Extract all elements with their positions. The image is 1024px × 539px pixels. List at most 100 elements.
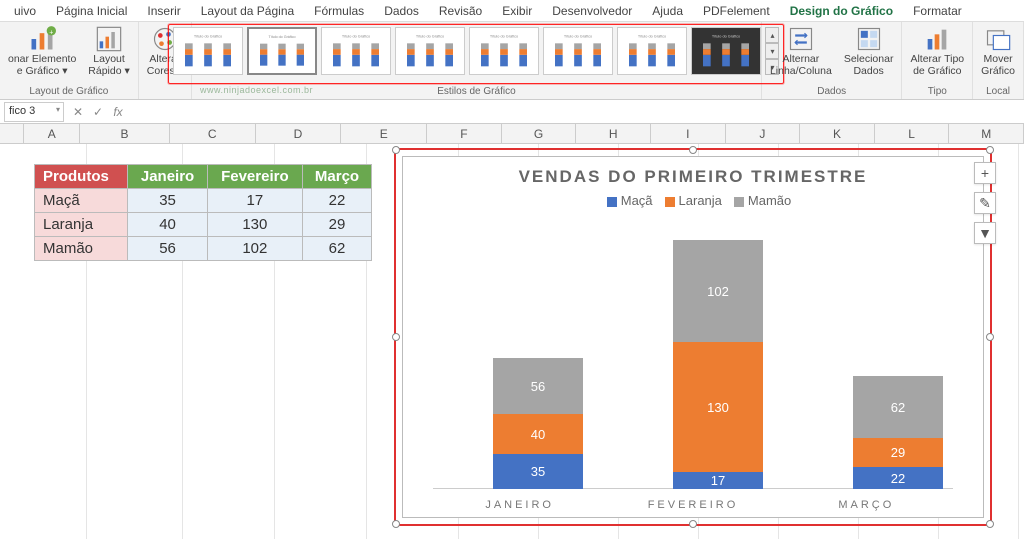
table-cell[interactable]: 40 <box>128 213 207 237</box>
chart-title[interactable]: VENDAS DO PRIMEIRO TRIMESTRE <box>403 157 983 193</box>
move-chart-label: MoverGráfico <box>981 53 1015 77</box>
menu-tab-fórmulas[interactable]: Fórmulas <box>304 1 374 21</box>
bar-segment[interactable]: 56 <box>493 358 583 414</box>
chart-style-thumb-4[interactable]: Título do Gráfico <box>395 27 465 75</box>
cancel-formula-icon[interactable]: ✕ <box>68 105 88 119</box>
resize-handle-s[interactable] <box>689 520 697 528</box>
group-label-styles: Estilos de Gráfico <box>437 86 515 98</box>
bar-segment[interactable]: 22 <box>853 467 943 489</box>
col-header-L[interactable]: L <box>875 124 950 143</box>
chart-style-thumb-7[interactable]: Título do Gráfico <box>617 27 687 75</box>
table-row-name[interactable]: Maçã <box>35 189 128 213</box>
chart-object[interactable]: VENDAS DO PRIMEIRO TRIMESTRE MaçãLaranja… <box>402 156 984 518</box>
legend-swatch <box>665 197 675 207</box>
chart-elements-button[interactable]: + <box>974 162 996 184</box>
quick-layout-button[interactable]: LayoutRápido ▾ <box>86 24 131 79</box>
group-data: AlternarLinha/Coluna SelecionarDados Dad… <box>762 22 903 99</box>
chart-style-thumb-5[interactable]: Título do Gráfico <box>469 27 539 75</box>
bar-segment[interactable]: 35 <box>493 454 583 489</box>
group-label-layout: Layout de Gráfico <box>29 86 108 98</box>
bar-segment[interactable]: 130 <box>673 342 763 472</box>
col-header-E[interactable]: E <box>341 124 427 143</box>
menu-tab-uivo[interactable]: uivo <box>4 1 46 21</box>
col-header-G[interactable]: G <box>502 124 577 143</box>
group-label-type: Tipo <box>928 86 947 98</box>
table-cell[interactable]: 35 <box>128 189 207 213</box>
bar-column-março[interactable]: 222962 <box>853 376 943 489</box>
table-cell[interactable]: 130 <box>207 213 302 237</box>
resize-handle-sw[interactable] <box>392 520 400 528</box>
bar-segment[interactable]: 102 <box>673 240 763 342</box>
header-janeiro[interactable]: Janeiro <box>128 165 207 189</box>
header-produtos[interactable]: Produtos <box>35 165 128 189</box>
chart-style-thumb-3[interactable]: Título do Gráfico <box>321 27 391 75</box>
col-header-K[interactable]: K <box>800 124 875 143</box>
menu-tab-design-do-gráfico[interactable]: Design do Gráfico <box>780 1 903 21</box>
resize-handle-nw[interactable] <box>392 146 400 154</box>
table-cell[interactable]: 62 <box>303 237 372 261</box>
chart-legend[interactable]: MaçãLaranjaMamão <box>403 193 983 214</box>
select-data-button[interactable]: SelecionarDados <box>842 24 896 79</box>
table-cell[interactable]: 102 <box>207 237 302 261</box>
name-box[interactable]: fico 3 <box>4 102 64 122</box>
col-header-I[interactable]: I <box>651 124 726 143</box>
col-header-F[interactable]: F <box>427 124 502 143</box>
legend-swatch <box>734 197 744 207</box>
col-header-J[interactable]: J <box>726 124 801 143</box>
col-header-C[interactable]: C <box>170 124 256 143</box>
menu-tab-ajuda[interactable]: Ajuda <box>642 1 693 21</box>
table-cell[interactable]: 17 <box>207 189 302 213</box>
resize-handle-se[interactable] <box>986 520 994 528</box>
table-row-name[interactable]: Laranja <box>35 213 128 237</box>
menu-tab-desenvolvedor[interactable]: Desenvolvedor <box>542 1 642 21</box>
table-cell[interactable]: 56 <box>128 237 207 261</box>
chart-style-thumb-1[interactable]: Título do Gráfico <box>173 27 243 75</box>
menu-tab-pdfelement[interactable]: PDFelement <box>693 1 780 21</box>
col-header-B[interactable]: B <box>80 124 170 143</box>
chart-styles-gallery[interactable]: Título do GráficoTítulo do GráficoTítulo… <box>168 24 784 84</box>
chart-style-thumb-8[interactable]: Título do Gráfico <box>691 27 761 75</box>
chart-plot-area[interactable]: 354056 17130102 222962 <box>433 227 953 489</box>
table-cell[interactable]: 22 <box>303 189 372 213</box>
switch-row-column-button[interactable]: AlternarLinha/Coluna <box>768 24 834 79</box>
add-chart-element-button[interactable]: + onar Elementoe Gráfico ▾ <box>6 24 78 79</box>
menu-tab-inserir[interactable]: Inserir <box>137 1 190 21</box>
chart-selection[interactable]: VENDAS DO PRIMEIRO TRIMESTRE MaçãLaranja… <box>394 148 992 526</box>
change-chart-type-button[interactable]: Alterar Tipode Gráfico <box>908 24 966 79</box>
menu-tab-formatar[interactable]: Formatar <box>903 1 972 21</box>
fx-icon[interactable]: fx <box>108 105 128 119</box>
header-marco[interactable]: Março <box>303 165 372 189</box>
bar-column-janeiro[interactable]: 354056 <box>493 358 583 489</box>
menu-tab-layout-da-página[interactable]: Layout da Página <box>191 1 304 21</box>
bar-segment[interactable]: 62 <box>853 376 943 438</box>
chart-filters-button[interactable]: ▼ <box>974 222 996 244</box>
chart-style-thumb-2[interactable]: Título do Gráfico <box>247 27 317 75</box>
resize-handle-n[interactable] <box>689 146 697 154</box>
formula-input[interactable] <box>128 102 1024 122</box>
col-header-A[interactable]: A <box>24 124 80 143</box>
menu-tab-exibir[interactable]: Exibir <box>492 1 542 21</box>
col-header-D[interactable]: D <box>256 124 342 143</box>
table-row-name[interactable]: Mamão <box>35 237 128 261</box>
bar-segment[interactable]: 40 <box>493 414 583 454</box>
resize-handle-ne[interactable] <box>986 146 994 154</box>
chart-styles-button[interactable]: ✎ <box>974 192 996 214</box>
bar-column-fevereiro[interactable]: 17130102 <box>673 240 763 489</box>
accept-formula-icon[interactable]: ✓ <box>88 105 108 119</box>
bar-segment[interactable]: 29 <box>853 438 943 467</box>
menu-tab-dados[interactable]: Dados <box>374 1 429 21</box>
col-header-H[interactable]: H <box>576 124 651 143</box>
select-all-corner[interactable] <box>0 124 24 143</box>
move-chart-button[interactable]: MoverGráfico <box>979 24 1017 79</box>
chart-style-thumb-6[interactable]: Título do Gráfico <box>543 27 613 75</box>
menu-tab-revisão[interactable]: Revisão <box>429 1 492 21</box>
bar-segment[interactable]: 17 <box>673 472 763 489</box>
menu-tab-página-inicial[interactable]: Página Inicial <box>46 1 137 21</box>
worksheet-grid[interactable]: Produtos Janeiro Fevereiro Março Maçã351… <box>0 144 1024 539</box>
resize-handle-w[interactable] <box>392 333 400 341</box>
header-fevereiro[interactable]: Fevereiro <box>207 165 302 189</box>
col-header-M[interactable]: M <box>949 124 1024 143</box>
table-cell[interactable]: 29 <box>303 213 372 237</box>
resize-handle-e[interactable] <box>986 333 994 341</box>
svg-text:Título do Gráfico: Título do Gráfico <box>564 35 592 39</box>
